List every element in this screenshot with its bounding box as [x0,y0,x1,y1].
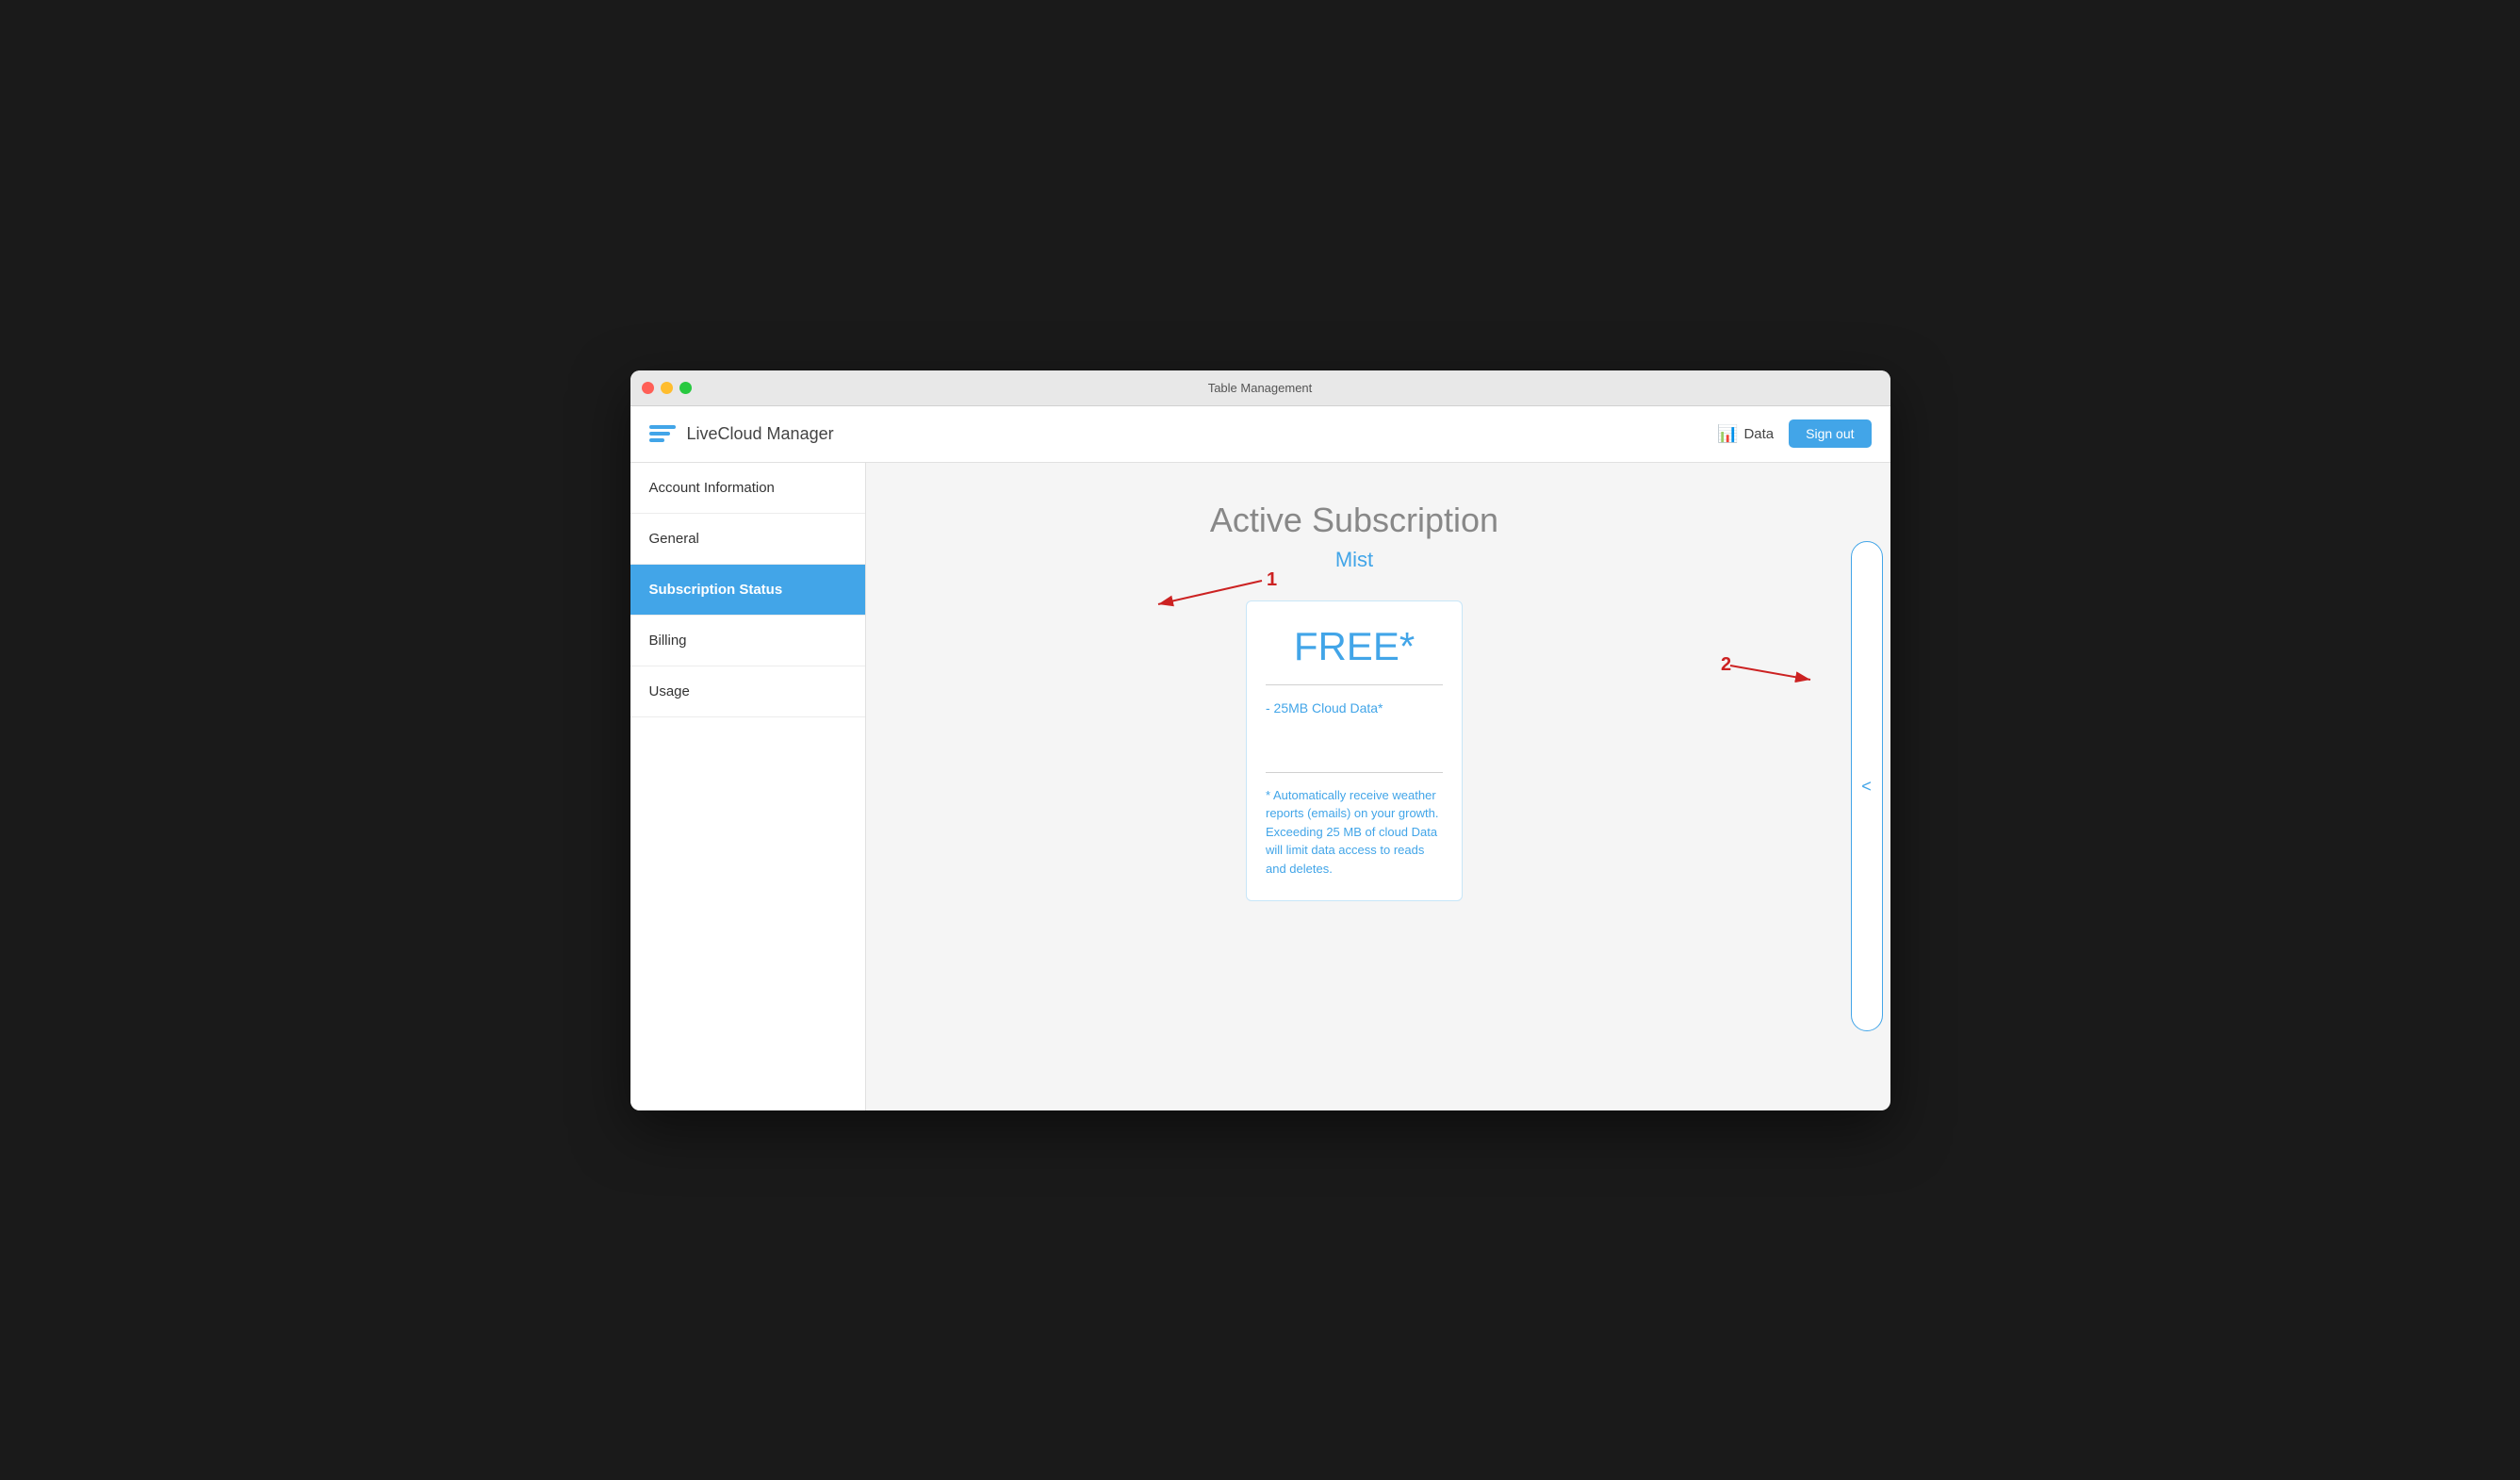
data-link[interactable]: 📊 Data [1717,424,1774,444]
maximize-button[interactable] [679,382,692,394]
window-controls [642,382,692,394]
scroll-panel[interactable]: < [1851,541,1883,1031]
card-divider-2 [1266,772,1443,773]
logo-area: LiveCloud Manager [649,424,834,444]
application-window: Table Management LiveCloud Manager 📊 Dat… [630,370,1890,1110]
sidebar-item-general[interactable]: General [630,514,865,565]
window-title: Table Management [1208,381,1313,395]
sidebar-item-usage[interactable]: Usage [630,666,865,717]
app-header: LiveCloud Manager 📊 Data Sign out [630,406,1890,463]
body-layout: Account Information General Subscription… [630,463,1890,1110]
subscription-feature: - 25MB Cloud Data* [1266,700,1383,715]
logo-icon [649,425,676,442]
right-panel: 2 < [1843,463,1890,1110]
titlebar: Table Management [630,370,1890,406]
sidebar: Account Information General Subscription… [630,463,866,1110]
logo-text: LiveCloud Manager [687,424,834,444]
page-subtitle: Mist [1335,548,1373,572]
card-divider-1 [1266,684,1443,685]
svg-text:2: 2 [1721,654,1731,675]
chart-icon: 📊 [1717,424,1738,444]
sidebar-item-account-information[interactable]: Account Information [630,463,865,514]
chevron-left-icon: < [1861,777,1872,797]
signout-button[interactable]: Sign out [1789,419,1871,448]
sidebar-item-billing[interactable]: Billing [630,616,865,666]
data-label: Data [1743,426,1774,442]
close-button[interactable] [642,382,654,394]
logo-bar-2 [649,432,670,436]
subscription-note: * Automatically receive weather reports … [1266,786,1443,879]
subscription-price: FREE* [1294,624,1415,669]
annotation-arrow-2: 2 [1721,651,1834,699]
main-content: Active Subscription Mist FREE* - 25MB Cl… [866,463,1843,1110]
logo-bar-1 [649,425,676,429]
svg-text:1: 1 [1267,569,1277,590]
header-right: 📊 Data Sign out [1717,419,1871,448]
subscription-card: FREE* - 25MB Cloud Data* * Automatically… [1246,600,1463,902]
page-title: Active Subscription [1210,501,1498,540]
logo-bar-3 [649,438,664,442]
minimize-button[interactable] [661,382,673,394]
sidebar-item-subscription-status[interactable]: Subscription Status [630,565,865,616]
